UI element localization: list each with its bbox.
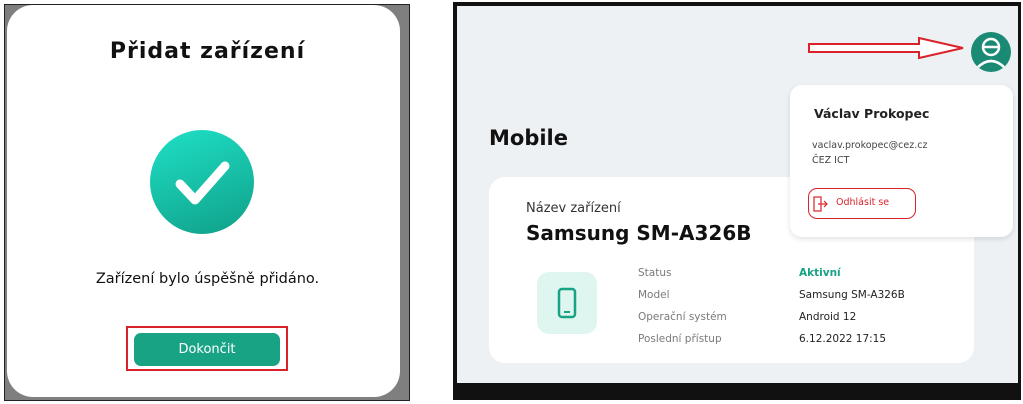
user-icon [976,37,1006,69]
detail-key-model: Model [638,289,670,301]
device-name-label: Název zařízení [526,201,621,216]
user-name: Václav Prokopec [814,106,930,121]
detail-key-status: Status [638,267,672,279]
detail-value-status: Aktivní [799,267,841,279]
annotation-arrow-icon [808,36,964,60]
logout-icon [813,196,828,212]
detail-value-last-access: 6.12.2022 17:15 [799,333,887,345]
device-icon-box [537,272,597,334]
user-avatar-button[interactable] [971,32,1011,72]
phone-icon [557,287,577,319]
success-message: Zařízení bylo úspěšně přidáno. [95,271,320,287]
detail-value-os: Android 12 [799,311,857,323]
dialog-title: Přidat zařízení [109,39,306,64]
detail-value-model: Samsung SM-A326B [799,289,905,301]
finish-button[interactable]: Dokončit [134,333,280,366]
detail-key-os: Operační systém [638,311,727,323]
user-org: ČEZ ICT [812,155,850,166]
logout-label[interactable]: Odhlásit se [836,197,889,208]
device-name: Samsung SM-A326B [526,221,752,245]
page-title: Mobile [489,126,568,150]
detail-key-last-access: Poslední přístup [638,333,722,345]
user-email: vaclav.prokopec@cez.cz [812,140,928,151]
success-check-icon [150,130,254,234]
